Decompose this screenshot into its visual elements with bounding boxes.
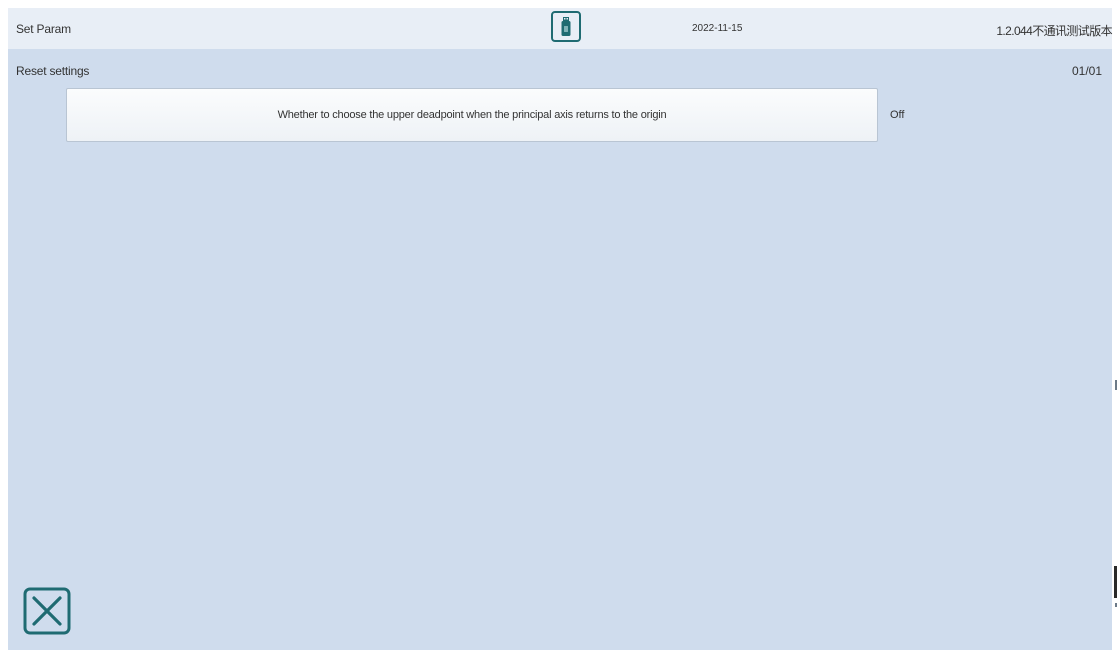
edge-divider [1115, 380, 1117, 390]
param-button-upper-deadpoint[interactable]: Whether to choose the upper deadpoint wh… [66, 88, 878, 142]
usb-drive-icon [561, 17, 571, 36]
edge-divider [1114, 566, 1117, 598]
param-label: Whether to choose the upper deadpoint wh… [277, 109, 667, 121]
version-label: 1.2.044不通讯测试版本 [996, 24, 1112, 38]
page-indicator: 01/01 [1071, 64, 1102, 78]
edge-divider [1115, 603, 1117, 607]
close-icon [23, 587, 71, 635]
param-value: Off [890, 109, 905, 121]
screen: Set Param 2022-11-15 1.2.044不通讯测试版本 Rese… [0, 0, 1118, 652]
header-bar: Set Param 2022-11-15 1.2.044不通讯测试版本 [8, 8, 1113, 49]
page-title: Set Param [16, 22, 71, 36]
date-display: 2022-11-15 [692, 23, 743, 34]
close-button[interactable] [23, 587, 71, 635]
param-panel: Set Param 2022-11-15 1.2.044不通讯测试版本 Rese… [8, 8, 1113, 650]
usb-button[interactable] [551, 11, 581, 42]
section-title: Reset settings [16, 64, 90, 78]
